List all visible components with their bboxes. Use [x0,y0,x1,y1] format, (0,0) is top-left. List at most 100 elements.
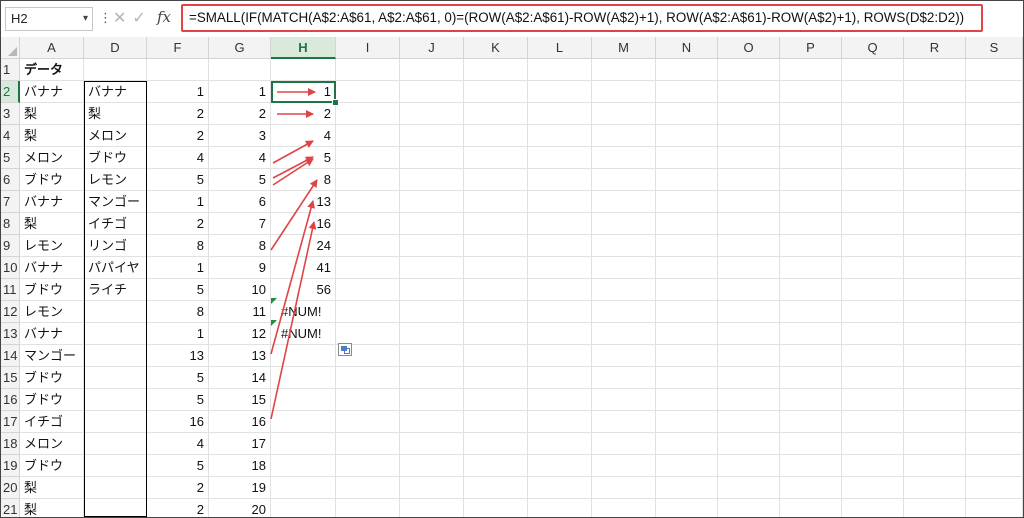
cell-n3[interactable] [656,103,718,125]
cell-p17[interactable] [780,411,842,433]
cell-n9[interactable] [656,235,718,257]
cell-q9[interactable] [842,235,904,257]
row-header-17[interactable]: 17 [1,411,20,433]
cell-r2[interactable] [904,81,966,103]
cell-j12[interactable] [400,301,464,323]
cell-n11[interactable] [656,279,718,301]
insert-function-icon[interactable]: fx [157,8,171,26]
cell-h19[interactable] [271,455,336,477]
cell-f11[interactable]: 5 [147,279,209,301]
row-header-4[interactable]: 4 [1,125,20,147]
more-options-icon[interactable]: ⋮ [99,10,112,26]
cell-g11[interactable]: 10 [209,279,271,301]
cell-p12[interactable] [780,301,842,323]
cell-g12[interactable]: 11 [209,301,271,323]
cell-k14[interactable] [464,345,528,367]
cell-r20[interactable] [904,477,966,499]
cell-i7[interactable] [336,191,400,213]
cell-f6[interactable]: 5 [147,169,209,191]
cell-s18[interactable] [966,433,1023,455]
cell-l13[interactable] [528,323,592,345]
cell-n6[interactable] [656,169,718,191]
cell-n17[interactable] [656,411,718,433]
cell-f16[interactable]: 5 [147,389,209,411]
row-header-14[interactable]: 14 [1,345,20,367]
cancel-icon[interactable]: ✕ [113,10,132,27]
cell-h16[interactable] [271,389,336,411]
cell-o5[interactable] [718,147,780,169]
cell-i1[interactable] [336,59,400,81]
cell-l16[interactable] [528,389,592,411]
row-header-10[interactable]: 10 [1,257,20,279]
cell-q13[interactable] [842,323,904,345]
cell-g5[interactable]: 4 [209,147,271,169]
active-cell-selection[interactable] [271,81,336,103]
chevron-down-icon[interactable]: ▾ [83,8,88,30]
cell-m1[interactable] [592,59,656,81]
row-header-3[interactable]: 3 [1,103,20,125]
error-indicator-icon[interactable] [271,320,277,326]
cell-r19[interactable] [904,455,966,477]
cell-l4[interactable] [528,125,592,147]
cell-g18[interactable]: 17 [209,433,271,455]
cell-r17[interactable] [904,411,966,433]
cell-l20[interactable] [528,477,592,499]
cell-l14[interactable] [528,345,592,367]
fill-handle[interactable] [332,99,339,106]
cell-k15[interactable] [464,367,528,389]
col-header-s[interactable]: S [966,37,1023,59]
cell-n20[interactable] [656,477,718,499]
cell-n14[interactable] [656,345,718,367]
cell-s17[interactable] [966,411,1023,433]
col-header-k[interactable]: K [464,37,528,59]
cell-a15[interactable]: ブドウ [20,367,84,389]
cell-a5[interactable]: メロン [20,147,84,169]
cell-o19[interactable] [718,455,780,477]
cell-s6[interactable] [966,169,1023,191]
cell-r9[interactable] [904,235,966,257]
cell-q19[interactable] [842,455,904,477]
cell-o1[interactable] [718,59,780,81]
cell-j8[interactable] [400,213,464,235]
cell-f5[interactable]: 4 [147,147,209,169]
cell-o10[interactable] [718,257,780,279]
cell-f17[interactable]: 16 [147,411,209,433]
cell-n21[interactable] [656,499,718,517]
cell-o3[interactable] [718,103,780,125]
cell-k1[interactable] [464,59,528,81]
cell-d4[interactable]: メロン [84,125,147,147]
cell-a3[interactable]: 梨 [20,103,84,125]
row-header-20[interactable]: 20 [1,477,20,499]
cell-r12[interactable] [904,301,966,323]
cell-s14[interactable] [966,345,1023,367]
cell-g15[interactable]: 14 [209,367,271,389]
cell-k7[interactable] [464,191,528,213]
cell-r10[interactable] [904,257,966,279]
cell-f8[interactable]: 2 [147,213,209,235]
col-header-j[interactable]: J [400,37,464,59]
col-header-f[interactable]: F [147,37,209,59]
cell-s16[interactable] [966,389,1023,411]
cell-g8[interactable]: 7 [209,213,271,235]
cell-m2[interactable] [592,81,656,103]
cell-a9[interactable]: レモン [20,235,84,257]
cell-a18[interactable]: メロン [20,433,84,455]
row-header-6[interactable]: 6 [1,169,20,191]
cell-s11[interactable] [966,279,1023,301]
cell-h7[interactable]: 13 [271,191,336,213]
cell-j15[interactable] [400,367,464,389]
row-header-16[interactable]: 16 [1,389,20,411]
cell-o20[interactable] [718,477,780,499]
cell-d6[interactable]: レモン [84,169,147,191]
cell-r13[interactable] [904,323,966,345]
cell-p6[interactable] [780,169,842,191]
cell-d14[interactable] [84,345,147,367]
cell-h10[interactable]: 41 [271,257,336,279]
cell-a4[interactable]: 梨 [20,125,84,147]
cell-j14[interactable] [400,345,464,367]
cell-p18[interactable] [780,433,842,455]
cell-m7[interactable] [592,191,656,213]
cell-j2[interactable] [400,81,464,103]
cell-j11[interactable] [400,279,464,301]
cell-r3[interactable] [904,103,966,125]
